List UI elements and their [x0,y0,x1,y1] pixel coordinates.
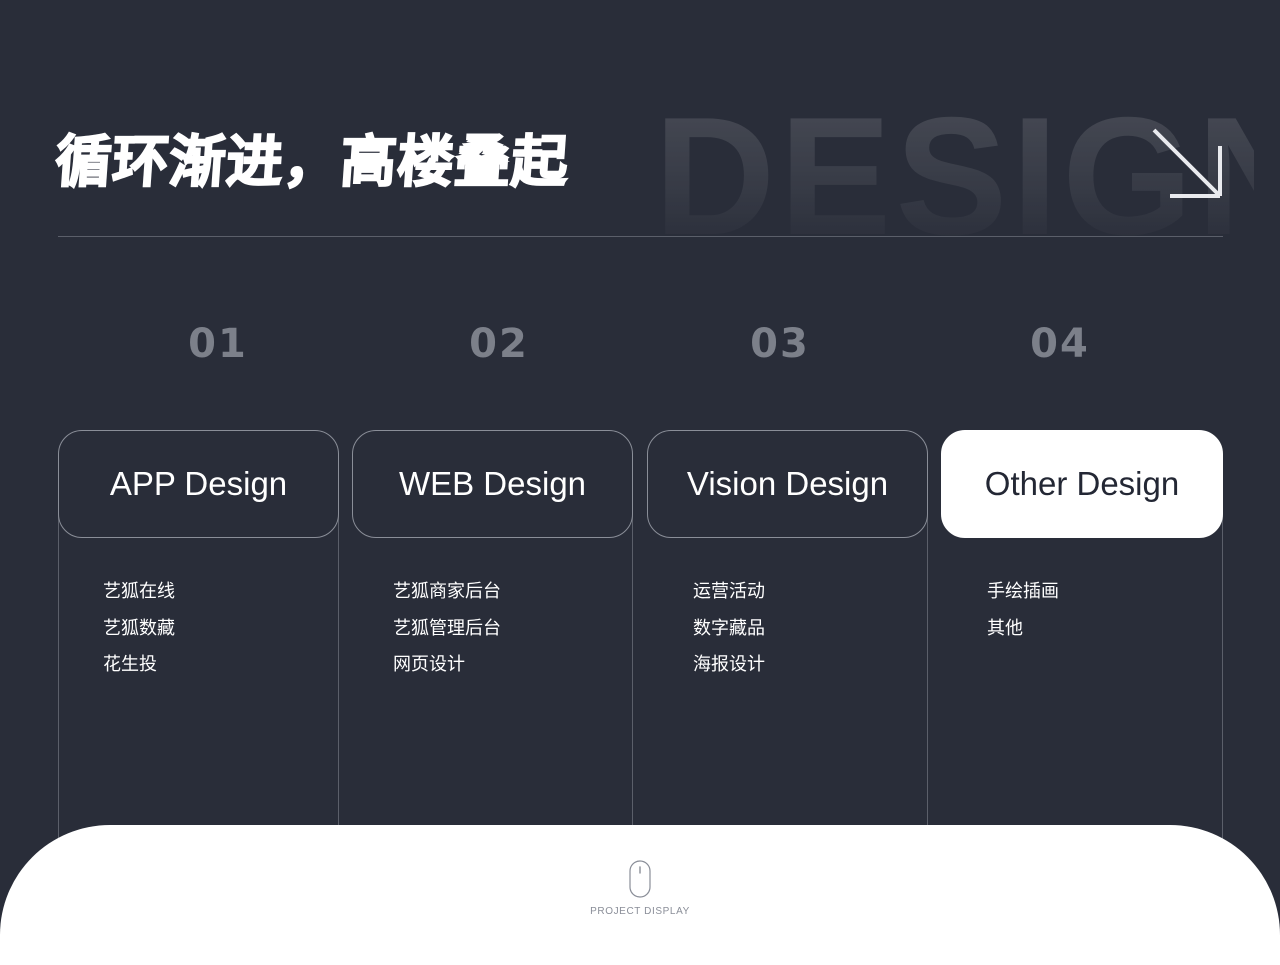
list-item[interactable]: 海报设计 [693,647,765,684]
list-item[interactable]: 数字藏品 [693,611,765,648]
list-item[interactable]: 艺狐在线 [103,574,175,611]
category-number-3: 03 [750,321,810,358]
list-item[interactable]: 艺狐数藏 [103,611,175,648]
column-border [1222,484,1223,844]
column-border [58,484,59,844]
column-border [338,484,339,844]
list-item[interactable]: 手绘插画 [987,574,1059,611]
list-item[interactable]: 花生投 [103,647,175,684]
list-item[interactable]: 运营活动 [693,574,765,611]
category-card-web-design[interactable]: WEB Design [352,430,633,538]
vision-design-project-list: 运营活动 数字藏品 海报设计 [693,574,765,684]
list-item[interactable]: 其他 [987,611,1059,648]
category-number-4: 04 [1030,321,1090,358]
category-card-vision-design[interactable]: Vision Design [647,430,928,538]
category-number-2: 02 [469,321,529,358]
column-border [632,484,633,844]
column-border [927,484,928,844]
mouse-icon[interactable] [629,860,651,898]
arrow-down-right-icon [1152,128,1222,198]
list-item[interactable]: 网页设计 [393,647,501,684]
list-item[interactable]: 艺狐商家后台 [393,574,501,611]
category-number-1: 01 [188,321,248,358]
other-design-project-list: 手绘插画 其他 [987,574,1059,647]
header-divider [58,236,1223,237]
web-design-project-list: 艺狐商家后台 艺狐管理后台 网页设计 [393,574,501,684]
footer-label: PROJECT DISPLAY [590,906,690,917]
app-design-project-list: 艺狐在线 艺狐数藏 花生投 [103,574,175,684]
list-item[interactable]: 艺狐管理后台 [393,611,501,648]
page-title: 循环渐进，高楼叠起 [52,129,572,196]
category-card-other-design[interactable]: Other Design [941,430,1223,538]
category-card-app-design[interactable]: APP Design [58,430,339,538]
